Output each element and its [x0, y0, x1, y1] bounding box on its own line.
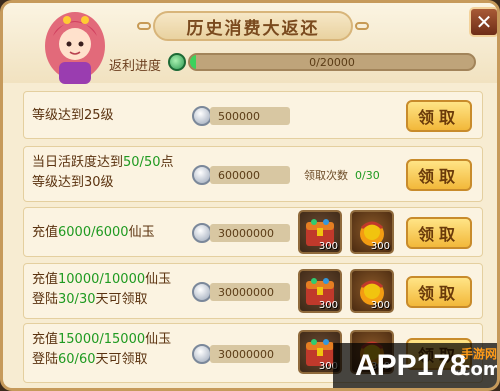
row-condition: 充值6000/6000仙玉	[32, 223, 155, 243]
rebate-progress-bar: 0/20000	[188, 53, 476, 71]
row-condition: 充值10000/10000仙玉 登陆30/30天可领取	[32, 270, 171, 310]
watermark-brand: APP178	[355, 349, 467, 382]
condition-text: 等级达到25级	[32, 108, 114, 123]
reward-row: 当日活跃度达到50/50点 等级达到30级 600000 领取次数 0/30 领…	[23, 146, 483, 202]
row-condition: 等级达到25级	[32, 106, 114, 126]
condition-text: 仙玉	[128, 225, 155, 240]
condition-text: 充值	[32, 225, 59, 240]
condition-line-2: 登陆30/30天可领取	[32, 290, 171, 310]
reward-row: 充值10000/10000仙玉 登陆30/30天可领取 30000000 300…	[23, 263, 483, 319]
reward-amount: 30000000	[210, 224, 290, 242]
reward-qty: 300	[318, 300, 338, 311]
claim-button[interactable]: 领取	[406, 100, 472, 132]
rebate-panel: 历史消费大返还 ✕ 返利进度 0/20000 等级达到25级 500000 领取…	[0, 0, 500, 391]
reward-amount: 30000000	[210, 345, 290, 363]
condition-progress: 10000/10000	[58, 272, 146, 287]
condition-progress: 50/50	[123, 155, 161, 170]
claim-button[interactable]: 领取	[406, 217, 472, 249]
site-watermark: APP178 .com 手游网	[333, 343, 500, 388]
silver-coin-icon	[192, 344, 212, 364]
silver-coin-icon	[192, 282, 212, 302]
reward-row: 等级达到25级 500000 领取	[23, 91, 483, 139]
left-ornament-icon	[137, 22, 151, 30]
row-condition: 充值15000/15000仙玉 登陆60/60天可领取	[32, 330, 171, 370]
reward-qty: 300	[370, 300, 390, 311]
gold-pot-icon[interactable]: 300	[350, 269, 394, 313]
silver-coin-icon	[192, 106, 212, 126]
condition-text: 登陆	[32, 352, 59, 367]
condition-text: 天可领取	[95, 292, 148, 307]
condition-text: 仙玉	[145, 272, 172, 287]
claim-count-label: 领取次数	[304, 169, 348, 182]
condition-text: 点	[160, 155, 174, 170]
silver-coin-icon	[192, 223, 212, 243]
condition-progress: 30/30	[58, 292, 96, 307]
condition-line-2: 登陆60/60天可领取	[32, 350, 171, 370]
condition-text: 登陆	[32, 292, 59, 307]
watermark-tag: 手游网	[461, 347, 498, 361]
claim-button[interactable]: 领取	[406, 159, 472, 191]
close-button[interactable]: ✕	[469, 7, 497, 37]
reward-amount: 600000	[210, 166, 290, 184]
condition-text: 充值	[32, 332, 59, 347]
condition-text: 天可领取	[95, 352, 148, 367]
reward-amount: 500000	[210, 107, 290, 125]
condition-line-1: 充值10000/10000仙玉	[32, 270, 171, 290]
claim-count-value: 0/30	[355, 169, 380, 182]
progress-label: 返利进度	[109, 59, 162, 74]
page-title: 历史消费大返还	[186, 18, 320, 39]
claim-button[interactable]: 领取	[406, 276, 472, 308]
condition-progress: 15000/15000	[58, 332, 146, 347]
condition-line-1: 充值15000/15000仙玉	[32, 330, 171, 350]
claim-count: 领取次数 0/30	[304, 167, 380, 183]
watermark-suffix: .com	[453, 359, 500, 380]
reward-row: 充值6000/6000仙玉 30000000 300 300 领取	[23, 207, 483, 257]
right-ornament-icon	[355, 22, 369, 30]
condition-text: 等级达到30级	[32, 175, 114, 190]
condition-text: 当日活跃度达到	[32, 155, 124, 170]
condition-progress: 60/60	[58, 352, 96, 367]
amount-value: 500000	[218, 109, 260, 123]
reward-amount: 30000000	[210, 283, 290, 301]
amount-value: 30000000	[218, 347, 274, 361]
condition-text: 充值	[32, 272, 59, 287]
condition-text: 仙玉	[145, 332, 172, 347]
condition-progress: 6000/6000	[58, 225, 129, 240]
treasure-chest-icon[interactable]: 300	[298, 210, 342, 254]
amount-value: 30000000	[218, 285, 274, 299]
gold-pot-icon[interactable]: 300	[350, 210, 394, 254]
reward-qty: 300	[318, 241, 338, 252]
title-plaque: 历史消费大返还	[137, 11, 369, 41]
condition-line-2: 等级达到30级	[32, 173, 174, 193]
character-avatar	[37, 6, 113, 86]
amount-value: 30000000	[218, 226, 274, 240]
jade-coin-icon	[168, 53, 186, 71]
treasure-chest-icon[interactable]: 300	[298, 269, 342, 313]
progress-text: 0/20000	[309, 55, 355, 69]
condition-line-1: 当日活跃度达到50/50点	[32, 153, 174, 173]
amount-value: 600000	[218, 168, 260, 182]
row-condition: 当日活跃度达到50/50点 等级达到30级	[32, 153, 174, 193]
reward-qty: 300	[370, 241, 390, 252]
silver-coin-icon	[192, 165, 212, 185]
